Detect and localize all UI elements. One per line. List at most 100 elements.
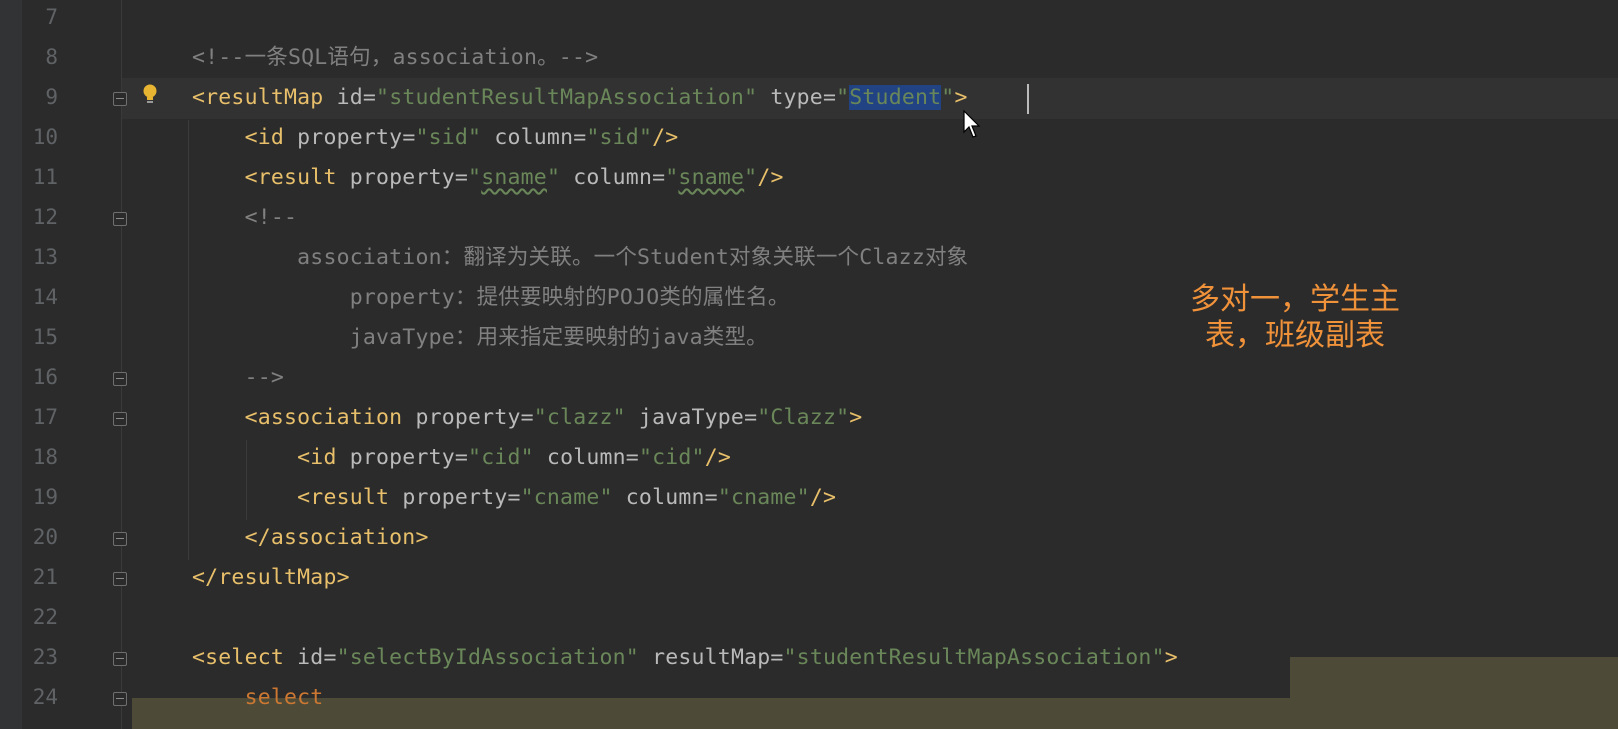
line-number: 22 — [32, 605, 58, 629]
code-token: type — [770, 85, 823, 110]
line-number: 19 — [32, 485, 58, 509]
code-text[interactable]: association：翻译为关联。一个Student对象关联一个Clazz对象 — [192, 237, 968, 278]
code-token: "Clazz" — [757, 405, 850, 430]
code-text[interactable]: </resultMap> — [192, 557, 350, 598]
code-token: " — [546, 165, 574, 190]
code-text[interactable]: <association property="clazz" javaType="… — [192, 397, 863, 438]
code-token: " — [468, 165, 482, 190]
code-token: property — [402, 485, 508, 510]
fold-marker-icon[interactable] — [113, 212, 127, 226]
code-token: <result — [192, 485, 403, 510]
code-line[interactable]: 18 <id property="cid" column="cid"/> — [0, 437, 1618, 478]
code-token: = — [822, 85, 837, 110]
code-token: <select — [192, 645, 298, 670]
code-token: column — [625, 485, 705, 510]
code-line[interactable]: 10 <id property="sid" column="sid"/> — [0, 117, 1618, 158]
annotation-line-1: 多对一，学生主 — [1190, 282, 1400, 317]
code-token: = — [573, 125, 587, 150]
code-token: property — [297, 125, 403, 150]
code-token: = — [454, 165, 469, 190]
line-number: 18 — [32, 445, 58, 469]
code-line[interactable]: 21 </resultMap> — [0, 557, 1618, 598]
code-token: /> — [704, 445, 731, 470]
code-line[interactable]: 19 <result property="cname" column="cnam… — [0, 477, 1618, 518]
code-token: javaType：用来指定要映射的java类型。 — [192, 325, 768, 350]
code-token: = — [770, 645, 784, 670]
code-token: sname — [678, 165, 745, 190]
code-token: column — [494, 125, 574, 150]
fold-marker-icon[interactable] — [113, 412, 127, 426]
fold-marker-icon[interactable] — [113, 372, 127, 386]
code-text[interactable]: --> — [192, 357, 284, 398]
code-text[interactable]: <resultMap id="studentResultMapAssociati… — [192, 77, 968, 118]
code-line[interactable]: 16 --> — [0, 357, 1618, 398]
line-number: 9 — [45, 85, 58, 109]
code-token: = — [744, 405, 758, 430]
code-token: javaType — [638, 405, 745, 430]
code-token: = — [362, 85, 377, 110]
code-line[interactable]: 7 — [0, 0, 1618, 38]
line-number: 7 — [45, 5, 58, 29]
code-text[interactable]: <id property="sid" column="sid"/> — [192, 117, 679, 158]
code-token: <resultMap — [192, 85, 337, 110]
code-text[interactable]: <!-- — [192, 197, 297, 238]
code-line[interactable]: 20 </association> — [0, 517, 1618, 558]
code-text[interactable]: <result property="sname" column="sname"/… — [192, 157, 784, 198]
code-token: id — [336, 85, 363, 110]
fold-marker-icon[interactable] — [113, 92, 127, 106]
code-text[interactable]: <result property="cname" column="cname"/… — [192, 477, 836, 518]
code-token: <!--一条SQL语句，association。--> — [192, 45, 599, 70]
code-line[interactable]: 17 <association property="clazz" javaTyp… — [0, 397, 1618, 438]
code-token: "cname" — [520, 485, 626, 510]
line-number: 13 — [32, 245, 58, 269]
line-number: 20 — [32, 525, 58, 549]
fold-marker-icon[interactable] — [113, 572, 127, 586]
code-token: <result — [192, 165, 350, 190]
code-token: column — [546, 445, 626, 470]
line-number: 21 — [32, 565, 58, 589]
code-line[interactable]: 24 select — [0, 677, 1618, 718]
code-token: "studentResultMapAssociation" — [783, 645, 1165, 670]
line-number: 14 — [32, 285, 58, 309]
code-line[interactable]: 22 — [0, 597, 1618, 638]
annotation-line-2: 表，班级副表 — [1205, 318, 1385, 353]
code-line[interactable]: 12 <!-- — [0, 197, 1618, 238]
code-text[interactable]: javaType：用来指定要映射的java类型。 — [192, 317, 768, 358]
code-token: property — [349, 165, 455, 190]
code-token: > — [849, 405, 863, 430]
code-token: </association> — [192, 525, 429, 550]
code-token: "sid" — [586, 125, 653, 150]
code-token: </resultMap> — [192, 565, 350, 590]
line-number: 12 — [32, 205, 58, 229]
fold-marker-icon[interactable] — [113, 532, 127, 546]
code-line[interactable]: 11 <result property="sname" column="snam… — [0, 157, 1618, 198]
code-line[interactable]: 23 <select id="selectByIdAssociation" res… — [0, 637, 1618, 678]
code-text[interactable]: <id property="cid" column="cid"/> — [192, 437, 731, 478]
code-text[interactable]: <select id="selectByIdAssociation" resul… — [192, 637, 1178, 678]
line-number: 15 — [32, 325, 58, 349]
overlay-annotation: 多对一，学生主 表，班级副表 — [1170, 282, 1420, 354]
code-text[interactable]: property：提供要映射的POJO类的属性名。 — [192, 277, 790, 318]
code-token: "cid" — [638, 445, 705, 470]
code-text[interactable]: select — [192, 677, 324, 718]
code-text[interactable]: <!--一条SQL语句，association。--> — [192, 37, 598, 78]
code-token: " — [744, 165, 758, 190]
code-token: "cname" — [717, 485, 810, 510]
lightbulb-icon[interactable] — [142, 83, 158, 107]
code-token: = — [652, 165, 666, 190]
code-token: /> — [809, 485, 837, 510]
line-number: 24 — [32, 685, 58, 709]
code-token: "clazz" — [533, 405, 639, 430]
code-line[interactable]: 9 <resultMap id="studentResultMapAssociat… — [0, 77, 1618, 118]
line-number: 8 — [45, 45, 58, 69]
code-token: association：翻译为关联。一个Student对象关联一个Clazz对象 — [192, 245, 969, 270]
code-text[interactable]: </association> — [192, 517, 429, 558]
fold-marker-icon[interactable] — [113, 692, 127, 706]
code-line[interactable]: 13 association：翻译为关联。一个Student对象关联一个Claz… — [0, 237, 1618, 278]
code-token: select — [192, 685, 324, 710]
code-token: <id — [192, 125, 298, 150]
code-token: sname — [481, 165, 547, 190]
line-number: 23 — [32, 645, 58, 669]
fold-marker-icon[interactable] — [113, 652, 127, 666]
code-line[interactable]: 8 <!--一条SQL语句，association。--> — [0, 37, 1618, 78]
